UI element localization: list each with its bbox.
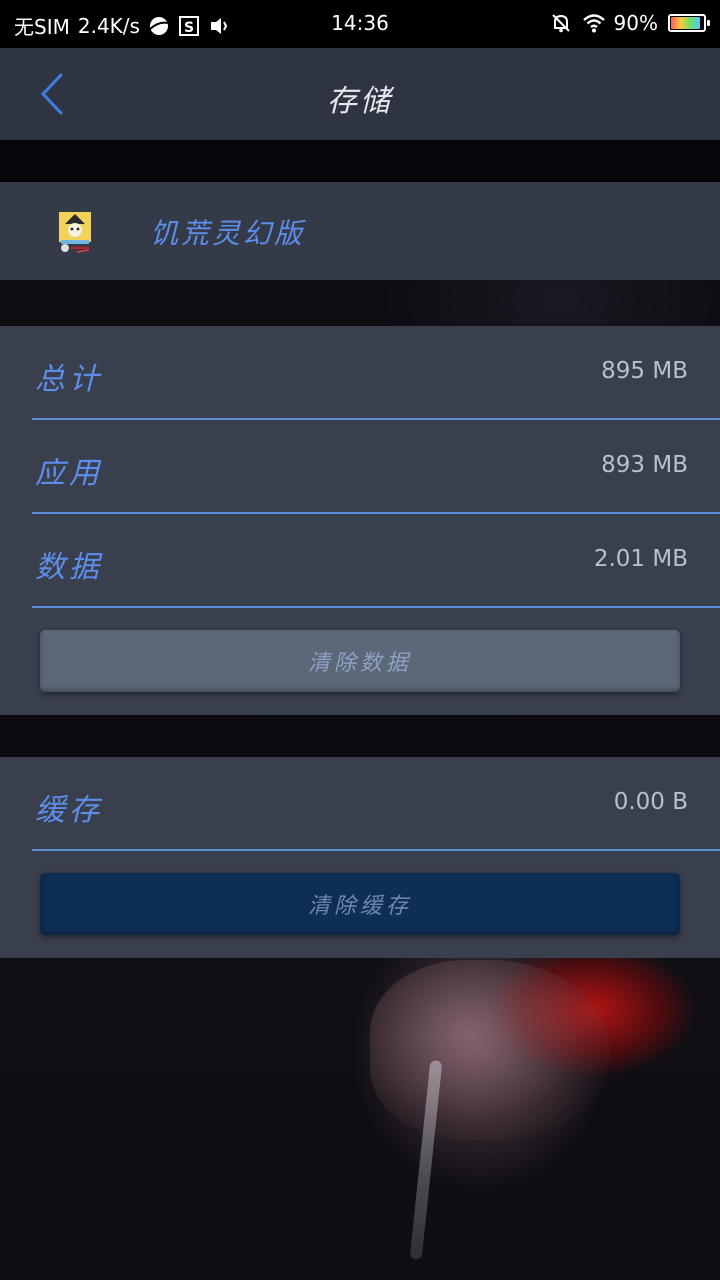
back-arrow-icon bbox=[40, 73, 63, 115]
stat-row-cache: 缓存 0.00 B bbox=[32, 757, 720, 851]
back-button[interactable] bbox=[28, 70, 76, 118]
page-title: 存储 bbox=[327, 84, 393, 119]
wifi-icon bbox=[582, 12, 605, 34]
total-value: 895 MB bbox=[601, 358, 688, 384]
app-name: 饥荒灵幻版 bbox=[150, 217, 306, 250]
section-gap bbox=[0, 715, 720, 757]
storage-panel: 总计 895 MB 应用 893 MB 数据 2.01 MB 清除数据 bbox=[0, 326, 720, 715]
cache-label: 缓存 bbox=[35, 793, 103, 828]
app-size-value: 893 MB bbox=[601, 452, 688, 478]
stat-row-app: 应用 893 MB bbox=[32, 420, 720, 514]
data-size-label: 数据 bbox=[35, 550, 103, 585]
app-info-row: 饥荒灵幻版 bbox=[0, 182, 720, 280]
clear-cache-button[interactable]: 清除缓存 bbox=[40, 873, 680, 935]
status-bar: 无SIM 2.4K/s S 14:36 90% bbox=[0, 0, 720, 48]
app-header: 存储 bbox=[0, 48, 720, 140]
battery-icon bbox=[668, 14, 710, 32]
cache-panel: 缓存 0.00 B 清除缓存 bbox=[0, 757, 720, 958]
stat-row-data: 数据 2.01 MB bbox=[32, 514, 720, 608]
data-size-value: 2.01 MB bbox=[593, 546, 688, 572]
stat-row-total: 总计 895 MB bbox=[32, 326, 720, 420]
status-right: 90% bbox=[550, 11, 710, 35]
clear-data-button[interactable]: 清除数据 bbox=[40, 630, 680, 692]
wallpaper-hand bbox=[370, 960, 610, 1140]
battery-percent: 90% bbox=[613, 11, 658, 35]
notifications-off-icon bbox=[550, 12, 572, 34]
cache-value: 0.00 B bbox=[613, 789, 688, 815]
total-label: 总计 bbox=[35, 362, 103, 397]
battery-level-fill bbox=[671, 17, 700, 29]
app-icon bbox=[55, 210, 95, 254]
section-gap bbox=[0, 280, 720, 326]
app-size-label: 应用 bbox=[35, 456, 103, 491]
section-gap bbox=[0, 140, 720, 182]
